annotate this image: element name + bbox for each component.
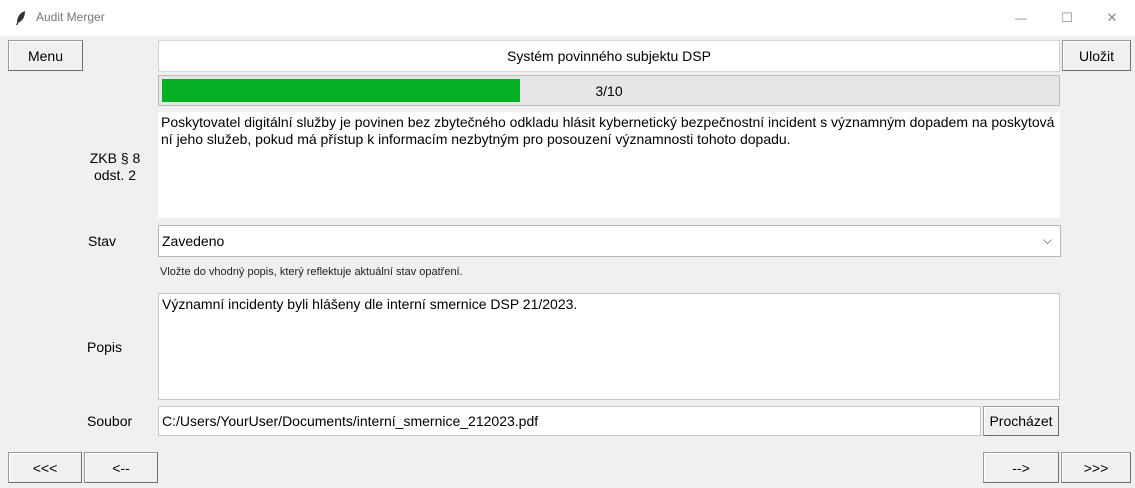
window-title: Audit Merger — [36, 10, 105, 24]
feather-icon — [16, 11, 25, 25]
previous-page-button[interactable]: <-- — [84, 452, 158, 483]
first-page-button[interactable]: <<< — [8, 452, 82, 483]
maximize-icon: ☐ — [1061, 10, 1073, 25]
status-label: Stav — [88, 233, 117, 249]
browse-button[interactable]: Procházet — [983, 406, 1059, 436]
status-hint: Vložte do vhodný popis, který reflektuje… — [160, 266, 463, 278]
minimize-icon: — — [1015, 11, 1027, 25]
requirement-text: Poskytovatel digitální služby je povinen… — [158, 112, 1060, 218]
maximize-button[interactable]: ☐ — [1044, 0, 1090, 36]
last-page-button[interactable]: >>> — [1061, 452, 1131, 483]
close-button[interactable]: ✕ — [1089, 0, 1135, 36]
chevron-down-icon[interactable]: ⌵ — [1043, 233, 1052, 248]
save-button[interactable]: Uložit — [1062, 40, 1131, 71]
minimize-button[interactable]: — — [998, 0, 1044, 36]
description-label: Popis — [87, 339, 123, 355]
close-icon: ✕ — [1106, 10, 1118, 25]
description-textarea[interactable]: Významní incidenty byli hlášeny dle inte… — [158, 293, 1060, 400]
page-header: Systém povinného subjektu DSP — [158, 40, 1060, 72]
file-path-input[interactable]: C:/Users/YourUser/Documents/interní_smer… — [158, 406, 981, 436]
file-path-value: C:/Users/YourUser/Documents/interní_smer… — [162, 413, 539, 429]
progress-text: 3/10 — [595, 82, 623, 99]
file-label: Soubor — [87, 413, 133, 429]
status-selected-value: Zavedeno — [162, 233, 225, 249]
status-select[interactable]: Zavedeno ⌵ — [158, 225, 1061, 257]
menu-button[interactable]: Menu — [8, 40, 83, 71]
progress-bar: 3/10 — [158, 75, 1060, 106]
next-page-button[interactable]: --> — [983, 452, 1059, 483]
requirement-reference: ZKB § 8 odst. 2 — [89, 150, 141, 183]
title-bar: Audit Merger — ☐ ✕ — [0, 0, 1135, 36]
